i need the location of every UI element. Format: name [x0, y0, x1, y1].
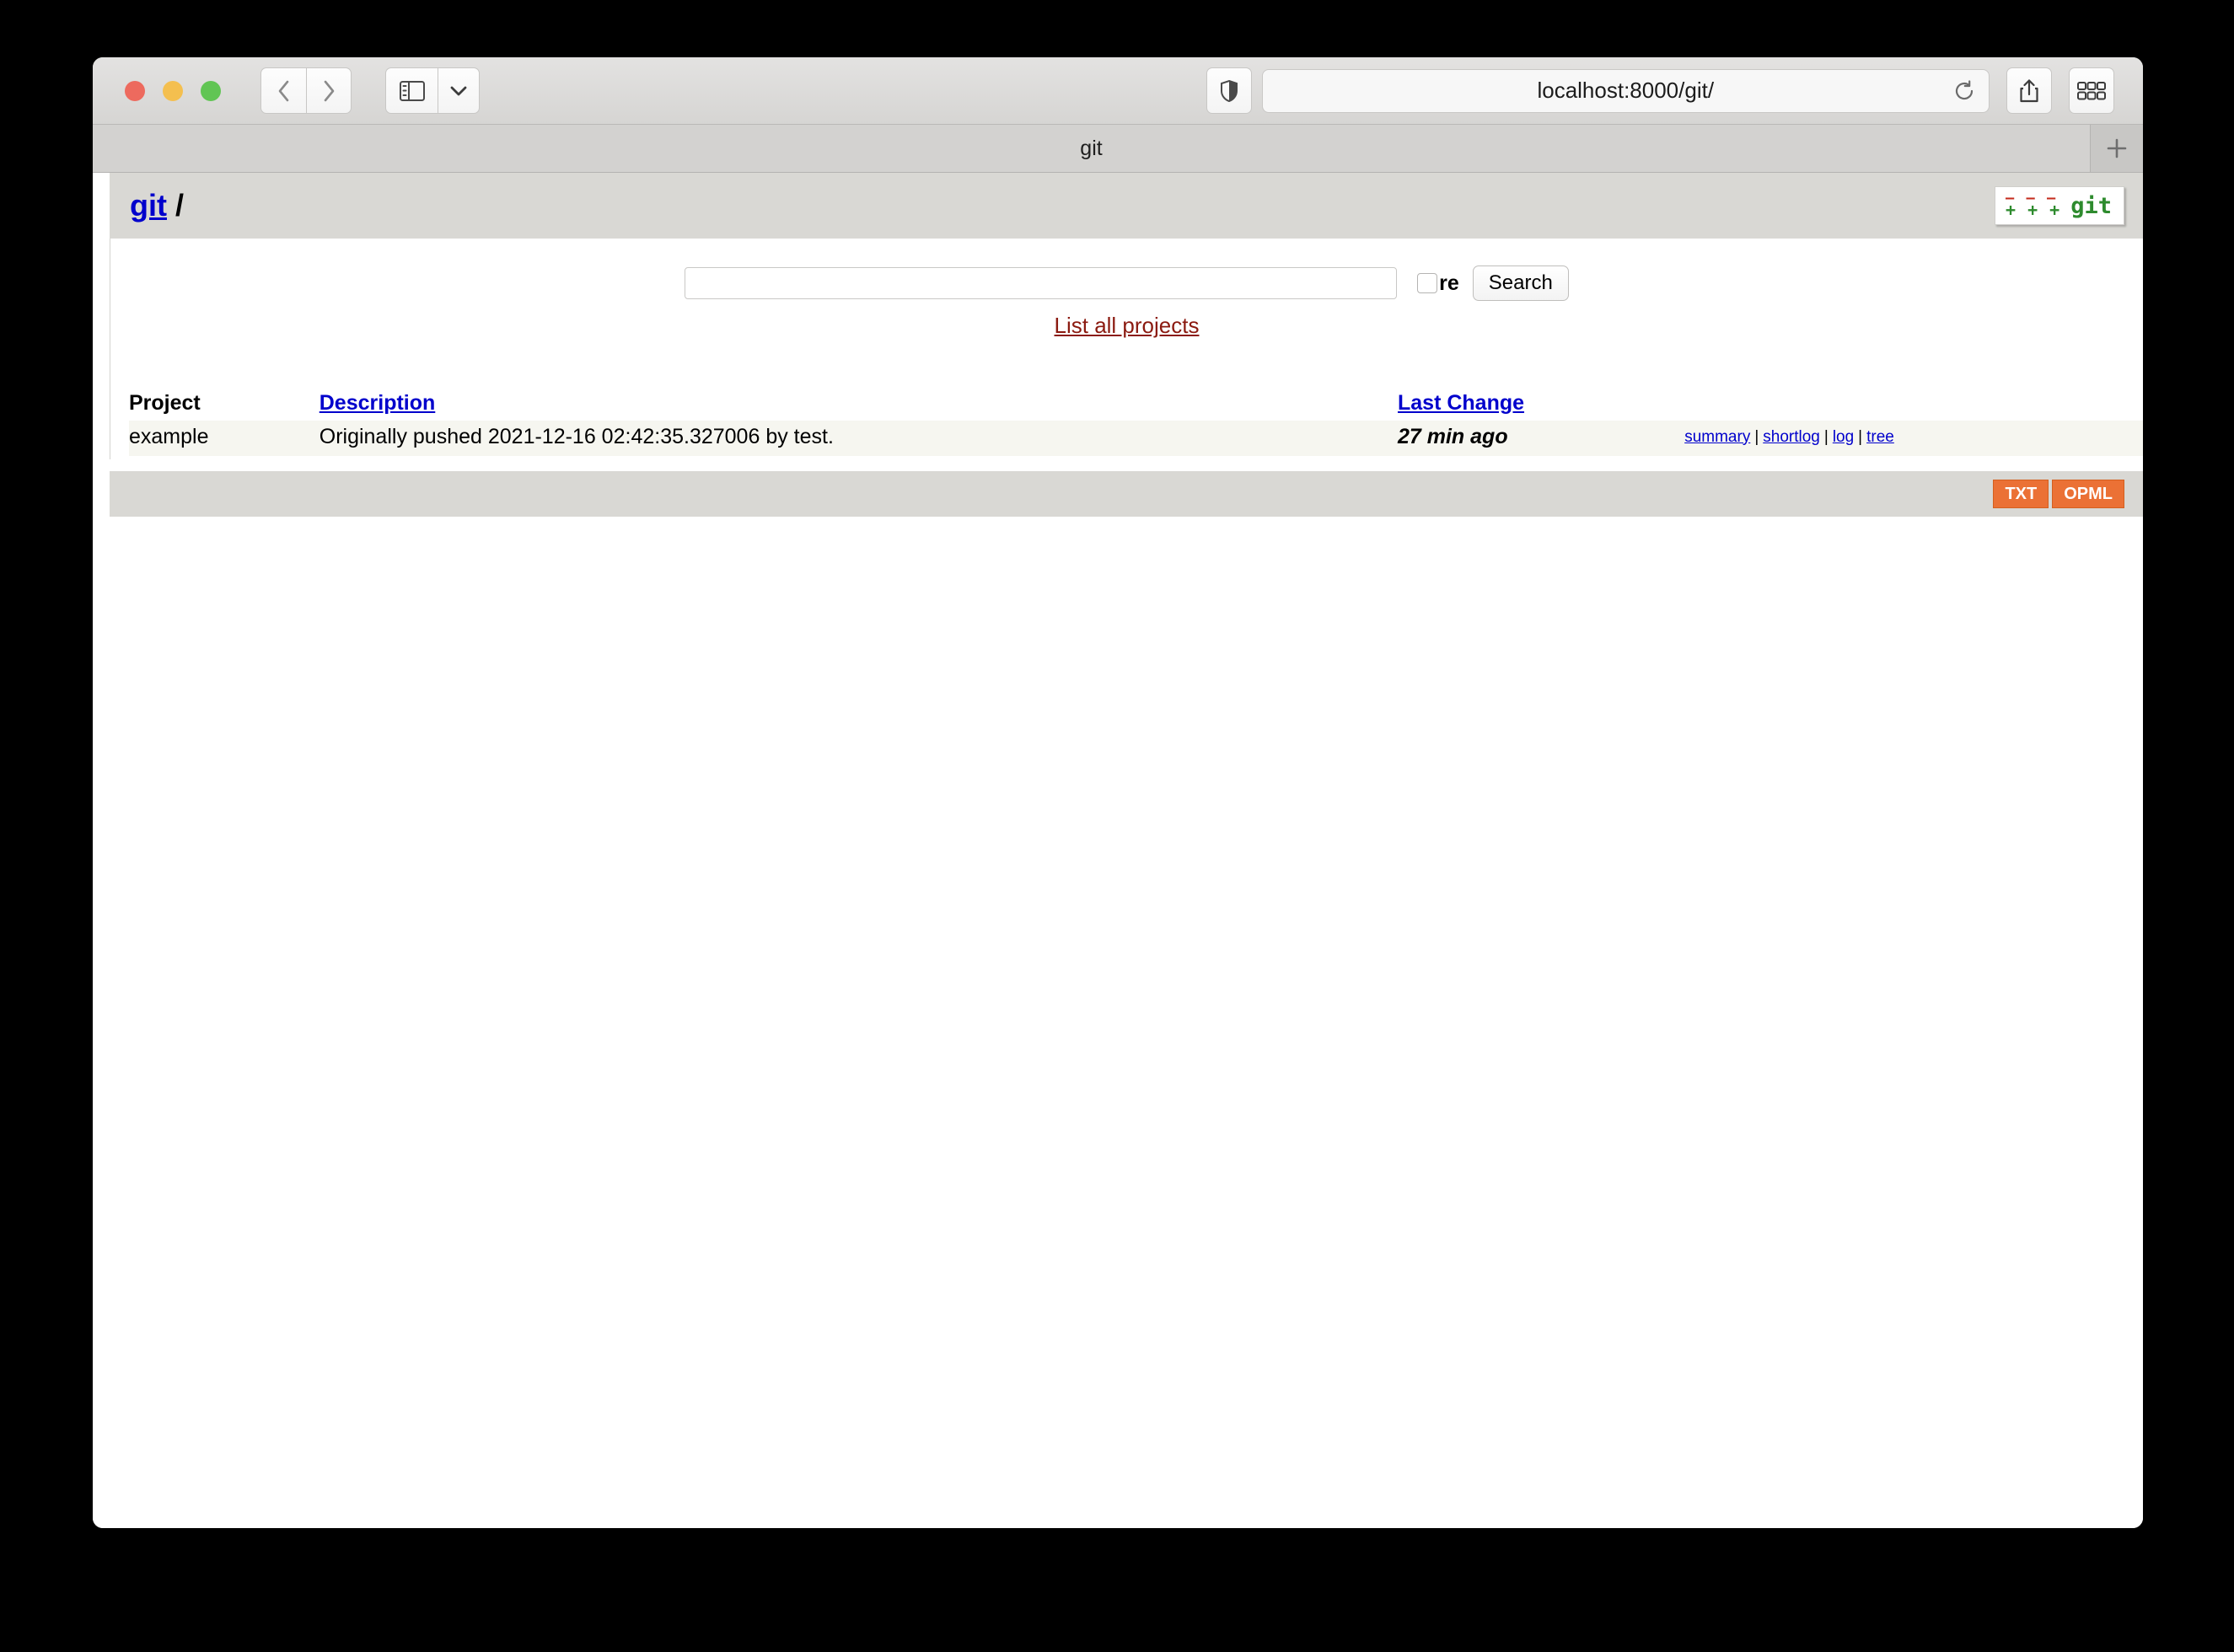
breadcrumb: git /: [130, 188, 184, 223]
cell-actions: summary | shortlog | log | tree: [1684, 421, 2143, 456]
project-name[interactable]: example: [129, 425, 209, 448]
header-last-change-link[interactable]: Last Change: [1398, 391, 1524, 415]
project-search-form: re Search: [110, 239, 2143, 301]
page-viewport: git / – – – + + + git re Search List all…: [93, 173, 2143, 1528]
gitweb-page: git / – – – + + + git re Search List all…: [110, 173, 2143, 517]
regexp-checkbox[interactable]: [1417, 273, 1438, 293]
share-button[interactable]: [2006, 67, 2052, 114]
privacy-report-button[interactable]: [1206, 67, 1252, 114]
sidebar-controls: [385, 67, 480, 114]
minimize-window-button[interactable]: [163, 80, 183, 101]
zoom-window-button[interactable]: [201, 80, 221, 101]
navigation-buttons: [260, 67, 352, 114]
share-icon: [2020, 78, 2038, 102]
link-shortlog[interactable]: shortlog: [1763, 428, 1820, 446]
address-bar[interactable]: localhost:8000/git/: [1261, 68, 1990, 113]
gitweb-header: git / – – – + + + git: [110, 173, 2143, 239]
header-project: Project: [129, 391, 201, 415]
git-logo-word: git: [2070, 192, 2112, 219]
chevron-right-icon: [324, 80, 335, 101]
close-window-button[interactable]: [125, 80, 145, 101]
tab-git[interactable]: git: [93, 125, 2090, 172]
chevron-left-icon: [278, 80, 288, 101]
header-actions: [1684, 391, 2143, 421]
browser-toolbar: localhost:8000/git/: [93, 57, 2143, 125]
sidebar-icon: [399, 80, 425, 101]
header-description-link[interactable]: Description: [320, 391, 436, 415]
link-summary[interactable]: summary: [1684, 428, 1750, 446]
forward-button[interactable]: [306, 67, 352, 114]
chevron-down-icon: [450, 86, 467, 95]
tab-overview-icon: [2077, 81, 2106, 99]
tab-overview-button[interactable]: [2069, 67, 2114, 114]
tab-title: git: [1080, 136, 1103, 160]
reload-icon: [1955, 79, 1974, 99]
reload-button[interactable]: [1952, 78, 1977, 104]
gitweb-body: re Search List all projects Project Desc…: [110, 239, 2143, 459]
search-input[interactable]: [685, 267, 1398, 299]
link-tree[interactable]: tree: [1866, 428, 1894, 446]
link-separator-1: |: [1754, 427, 1759, 446]
new-tab-button[interactable]: [2090, 125, 2143, 172]
breadcrumb-git-link[interactable]: git: [130, 188, 167, 223]
gitweb-footer: TXT OPML: [110, 471, 2143, 517]
list-all-projects-link[interactable]: List all projects: [1055, 313, 1200, 338]
cell-last-change: 27 min ago: [1398, 421, 1684, 456]
git-logo-marks: – – – + + +: [2006, 191, 2061, 220]
window-controls: [125, 80, 221, 101]
search-button[interactable]: Search: [1472, 266, 1569, 301]
list-all-projects-row: List all projects: [110, 301, 2143, 344]
table-header-row: Project Description Last Change: [129, 391, 2143, 421]
cell-description: Originally pushed 2021-12-16 02:42:35.32…: [319, 421, 1398, 456]
projects-table: Project Description Last Change example …: [129, 391, 2143, 456]
txt-feed-button[interactable]: TXT: [1993, 480, 2049, 508]
git-logo[interactable]: – – – + + + git: [1995, 186, 2124, 225]
link-log[interactable]: log: [1833, 428, 1854, 446]
opml-feed-button[interactable]: OPML: [2052, 480, 2124, 508]
regexp-label: re: [1439, 271, 1459, 295]
breadcrumb-separator: /: [166, 188, 184, 223]
url-text: localhost:8000/git/: [1537, 78, 1715, 103]
tab-bar: git: [93, 125, 2143, 173]
back-button[interactable]: [260, 67, 306, 114]
shield-icon: [1220, 79, 1238, 102]
link-separator-2: |: [1823, 427, 1829, 446]
link-separator-3: |: [1858, 427, 1863, 446]
git-logo-pluses: + + +: [2006, 200, 2061, 220]
header-last-change: Last Change: [1398, 391, 1684, 421]
toolbar-right-buttons: [2006, 67, 2114, 114]
table-row: example Originally pushed 2021-12-16 02:…: [129, 421, 2143, 456]
header-description: Description: [320, 391, 1398, 421]
cell-project: example: [129, 421, 320, 456]
browser-window: localhost:8000/git/ git git / – – – + + …: [93, 57, 2143, 1528]
show-sidebar-button[interactable]: [385, 67, 438, 114]
plus-icon: [2107, 138, 2127, 158]
sidebar-dropdown-button[interactable]: [438, 67, 480, 114]
